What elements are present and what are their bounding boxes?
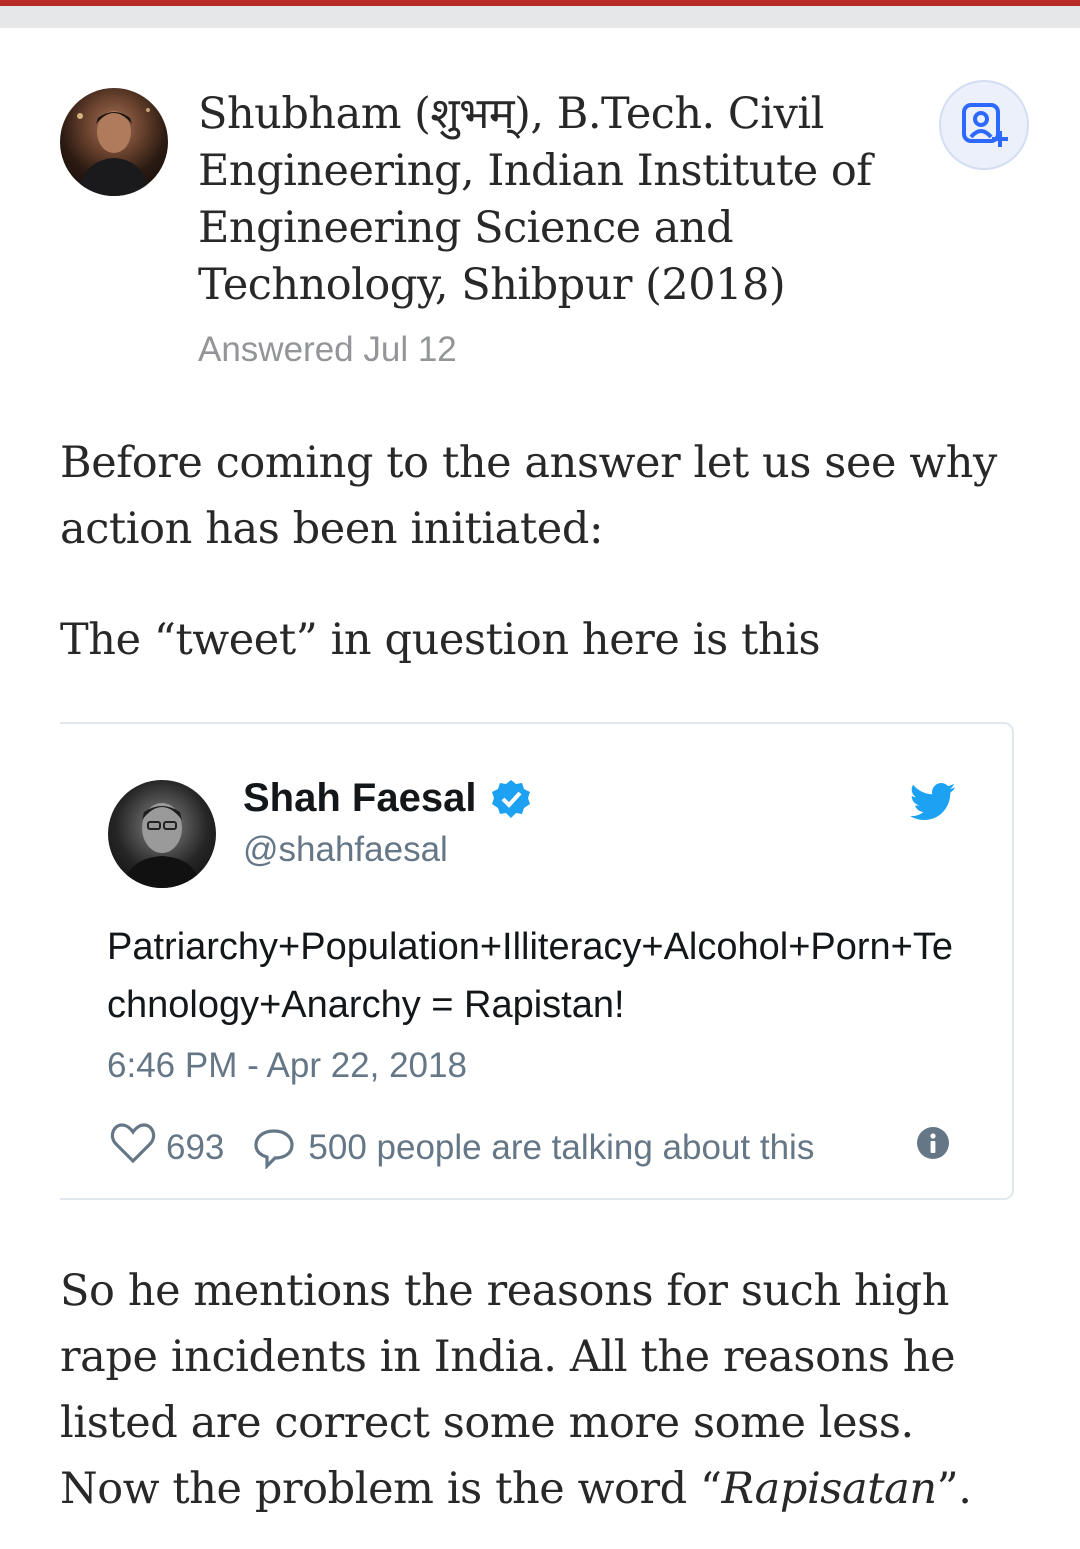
- add-person-icon: [962, 103, 1008, 147]
- answer-paragraph-3: So he mentions the reasons for such high…: [60, 1258, 1020, 1522]
- tweet-author-avatar[interactable]: [108, 780, 216, 888]
- tweet-timestamp[interactable]: 6:46 PM - Apr 22, 2018: [107, 1046, 467, 1086]
- answer-paragraph-3-italic-word: Rapisatan: [721, 1464, 937, 1514]
- top-divider: [0, 6, 1080, 28]
- twitter-bird-icon[interactable]: [909, 782, 956, 826]
- author-credential[interactable]: Shubham (शुभम्), B.Tech. Civil Engineeri…: [198, 86, 898, 314]
- tweet-actions: 693 500 people are talking about this: [110, 1122, 814, 1173]
- tweet-author-handle[interactable]: @shahfaesal: [243, 830, 448, 870]
- author-photo: [77, 108, 150, 196]
- answer-paragraph-2: The “tweet” in question here is this: [60, 615, 821, 665]
- tweet-talking-count[interactable]: 500 people are talking about this: [308, 1128, 814, 1168]
- tweet-author-name-text: Shah Faesal: [243, 776, 477, 820]
- embedded-tweet[interactable]: Shah Faesal @shahfaesal Patriarchy+Popul…: [60, 722, 1014, 1200]
- tweet-author-photo: [122, 803, 202, 888]
- info-icon[interactable]: [916, 1126, 950, 1164]
- like-count[interactable]: 693: [166, 1128, 224, 1168]
- speech-bubble-icon[interactable]: [252, 1127, 296, 1169]
- heart-icon[interactable]: [110, 1122, 156, 1173]
- answer-paragraph-1: Before coming to the answer let us see w…: [60, 438, 997, 554]
- follow-author-button[interactable]: [939, 80, 1029, 170]
- tweet-author-name[interactable]: Shah Faesal: [243, 776, 532, 821]
- tweet-text: Patriarchy+Population+Illiteracy+Alcohol…: [107, 926, 954, 1026]
- verified-badge-icon: [490, 778, 532, 820]
- answer-date[interactable]: Answered Jul 12: [198, 330, 457, 370]
- answer-paragraph-3-end: ”.: [936, 1464, 972, 1514]
- author-avatar[interactable]: [60, 88, 168, 196]
